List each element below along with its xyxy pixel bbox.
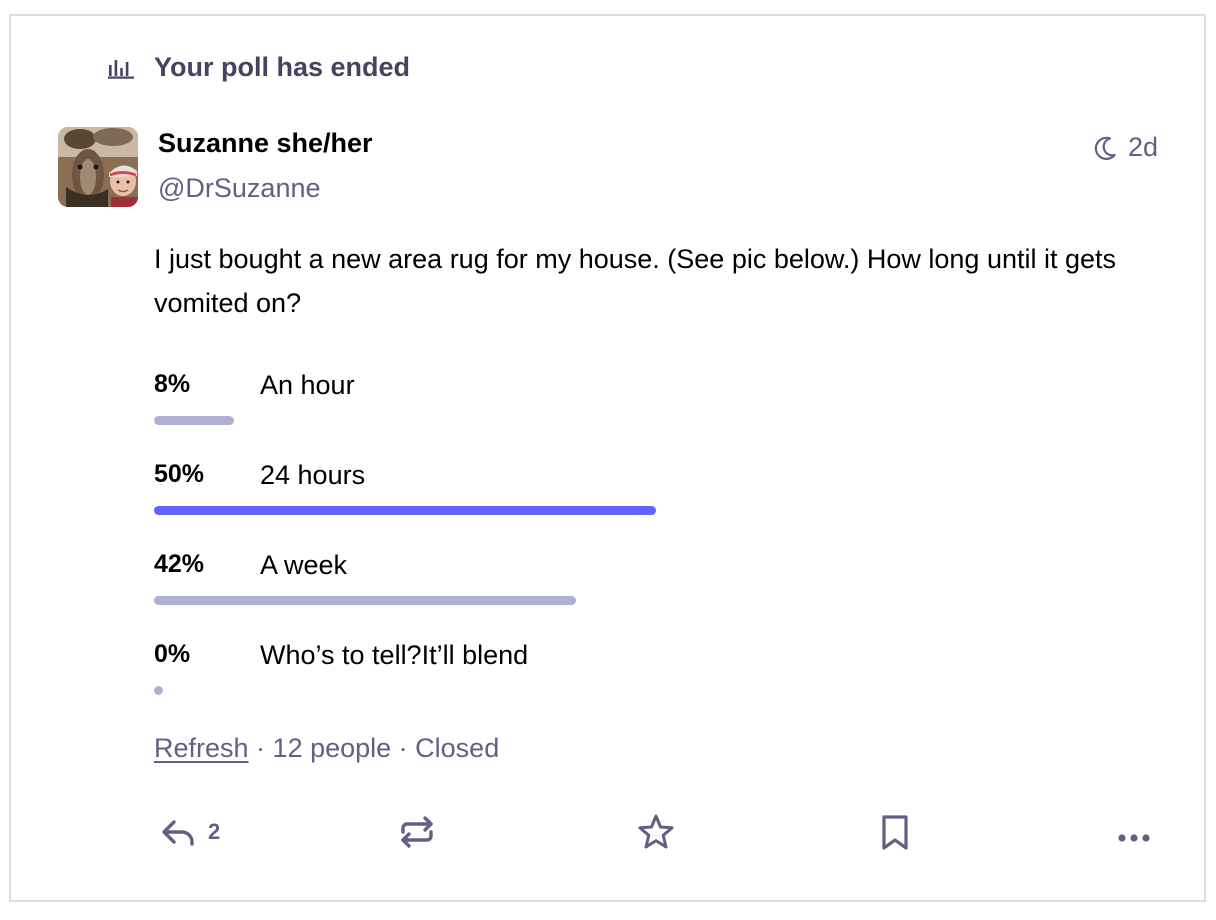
reply-icon — [162, 820, 194, 846]
display-name[interactable]: Suzanne she/her — [158, 128, 373, 159]
poll-option-percent: 0% — [154, 640, 191, 668]
poll-option-label: 24 hours — [260, 460, 366, 490]
poll-option-bar — [154, 506, 656, 515]
poll-option-label: A week — [260, 550, 348, 580]
poll-ended-text: Your poll has ended — [154, 52, 411, 82]
poll-option: 8% An hour — [154, 370, 1154, 460]
poll-ended-notice: Your poll has ended — [108, 52, 410, 83]
separator: · — [391, 733, 416, 763]
reply-count: 2 — [208, 819, 221, 844]
poll-option-bar — [154, 416, 234, 425]
favourite-icon — [638, 814, 674, 849]
status-timestamp[interactable]: 2d — [1092, 132, 1158, 163]
poll-option-percent: 8% — [154, 370, 191, 398]
poll-option-bar — [154, 596, 576, 605]
relative-time: 2d — [1127, 132, 1158, 162]
separator: · — [248, 733, 273, 763]
poll-option: 0% Who’s to tell?It’ll blend — [154, 640, 1154, 730]
poll-voter-count: 12 people — [272, 733, 392, 763]
poll-option: 42% A week — [154, 550, 1154, 640]
favourite-button[interactable] — [636, 812, 676, 852]
avatar-image — [58, 127, 138, 207]
moon-icon — [1094, 136, 1116, 160]
poll-option-percent: 42% — [154, 550, 205, 578]
more-button[interactable] — [1114, 812, 1154, 852]
bookmark-icon — [882, 815, 908, 850]
bookmark-button[interactable] — [875, 812, 915, 852]
poll-state: Closed — [415, 733, 500, 763]
poll-option-label: An hour — [260, 370, 355, 400]
poll-option-label: Who’s to tell?It’ll blend — [260, 640, 529, 670]
poll: 8% An hour 50% 24 hours 42% A week 0% Wh… — [154, 370, 1154, 730]
poll-footer: Refresh · 12 people · Closed — [154, 733, 499, 764]
more-icon — [1118, 834, 1150, 842]
poll-option-bar — [154, 686, 163, 695]
status-content: I just bought a new area rug for my hous… — [154, 244, 1117, 318]
boost-icon — [401, 816, 433, 848]
status-action-bar: 2 — [0, 812, 1216, 864]
poll-option: 50% 24 hours — [154, 460, 1154, 550]
poll-option-percent: 50% — [154, 460, 205, 488]
poll-refresh-link[interactable]: Refresh — [154, 733, 249, 763]
account-handle[interactable]: @DrSuzanne — [158, 173, 321, 204]
bar-chart-icon — [108, 59, 134, 79]
avatar[interactable] — [58, 127, 138, 207]
reply-button[interactable]: 2 — [158, 812, 220, 852]
boost-button[interactable] — [397, 812, 437, 852]
